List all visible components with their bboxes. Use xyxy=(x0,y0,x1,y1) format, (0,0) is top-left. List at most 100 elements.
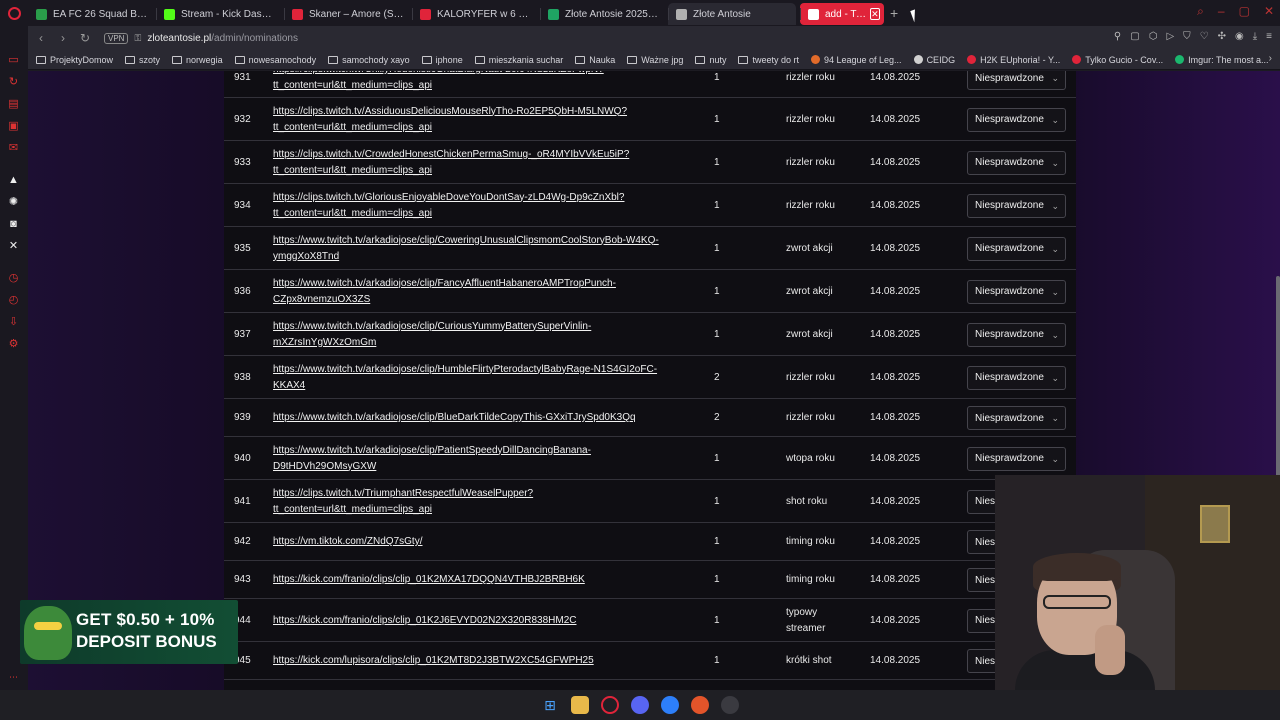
new-tab-button[interactable]: + xyxy=(890,5,898,21)
clip-link-line-1[interactable]: https://www.twitch.tv/arkadiojose/clip/B… xyxy=(273,410,636,426)
bookmark-item[interactable]: szoty xyxy=(125,55,160,65)
clip-link-line-1[interactable]: https://www.twitch.tv/arkadiojose/clip/C… xyxy=(273,319,591,335)
browser-tab[interactable]: add - Twitch✕ xyxy=(800,3,884,25)
bookmark-item[interactable]: ProjektyDomow xyxy=(36,55,113,65)
puzzle-icon[interactable]: ✣ xyxy=(1218,31,1226,42)
clip-link-line-2[interactable]: tt_content=url&tt_medium=clips_api xyxy=(273,120,627,136)
clip-link[interactable]: https://www.twitch.tv/arkadiojose/clip/B… xyxy=(273,410,636,426)
close-tab-icon[interactable]: ✕ xyxy=(869,8,880,20)
bookmark-item[interactable]: tweety do rt xyxy=(738,55,799,65)
status-select[interactable]: Niesprawdzone ⌄ xyxy=(967,71,1066,90)
clip-link-line-1[interactable]: https://www.twitch.tv/arkadiojose/clip/P… xyxy=(273,443,591,459)
clip-link-line-2[interactable]: tt_content=url&tt_medium=clips_api xyxy=(273,78,604,94)
settings-icon[interactable]: ⚙ xyxy=(7,338,20,351)
vpn-shield-icon[interactable]: ⛉ xyxy=(1183,31,1191,42)
status-select[interactable]: Niesprawdzone ⌄ xyxy=(967,365,1066,390)
status-select[interactable]: Niesprawdzone ⌄ xyxy=(967,107,1066,132)
bookmark-item[interactable]: H2K EUphoria! - Y... xyxy=(967,55,1060,65)
url-field[interactable]: zloteantosie.pl/admin/nominations xyxy=(147,33,298,44)
more-icon[interactable]: ⋯ xyxy=(7,671,20,684)
history-icon[interactable]: ◷ xyxy=(7,272,20,285)
minimize-icon[interactable]: – xyxy=(1218,4,1225,19)
aria-icon[interactable]: ▲ xyxy=(7,174,20,187)
clip-link[interactable]: https://www.twitch.tv/arkadiojose/clip/P… xyxy=(273,443,591,475)
refresh-feed-icon[interactable]: ↻ xyxy=(7,76,20,89)
status-select[interactable]: Niesprawdzone ⌄ xyxy=(967,193,1066,218)
clip-link-line-1[interactable]: https://www.twitch.tv/arkadiojose/clip/H… xyxy=(273,362,657,378)
status-select[interactable]: Niesprawdzone ⌄ xyxy=(967,322,1066,347)
clip-link[interactable]: https://kick.com/franio/clips/clip_01K2J… xyxy=(273,613,576,629)
heart-icon[interactable]: ♡ xyxy=(1200,31,1209,42)
status-select[interactable]: Niesprawdzone ⌄ xyxy=(967,406,1066,430)
bookmark-item[interactable]: 94 League of Leg... xyxy=(810,55,902,65)
status-select[interactable]: Niesprawdzone ⌄ xyxy=(967,236,1066,261)
clock-icon[interactable]: ◴ xyxy=(7,294,20,307)
clip-link-line-1[interactable]: https://clips.twitch.tv/TriumphantRespec… xyxy=(273,486,533,502)
opera-taskbar-icon[interactable] xyxy=(601,696,619,714)
messenger-taskbar-icon[interactable] xyxy=(661,696,679,714)
clip-link-line-2[interactable]: tt_content=url&tt_medium=clips_api xyxy=(273,163,629,179)
clip-link-line-2[interactable]: tt_content=url&tt_medium=clips_api xyxy=(273,502,533,518)
search-tabs-icon[interactable]: ⌕ xyxy=(1197,4,1204,19)
clip-link-line-1[interactable]: https://clips.twitch.tv/CrowdedHonestChi… xyxy=(273,147,629,163)
clip-link-line-1[interactable]: https://clips.twitch.tv/GloriousEnjoyabl… xyxy=(273,190,624,206)
clip-link[interactable]: https://clips.twitch.tv/TriumphantRespec… xyxy=(273,486,533,518)
clip-link[interactable]: https://clips.twitch.tv/ChillyHedonistic… xyxy=(273,71,604,94)
bookmark-item[interactable]: Ważne jpg xyxy=(627,55,683,65)
clip-link-line-1[interactable]: https://www.twitch.tv/arkadiojose/clip/C… xyxy=(273,233,659,249)
speed-dial-icon[interactable]: ▭ xyxy=(7,54,20,67)
bookmark-item[interactable]: mieszkania suchar xyxy=(474,55,563,65)
snapshot-icon[interactable]: ▢ xyxy=(1130,31,1139,42)
file-explorer-icon[interactable] xyxy=(571,696,589,714)
x-twitter-icon[interactable]: ✕ xyxy=(7,240,20,253)
clip-link-line-1[interactable]: https://kick.com/franio/clips/clip_01K2J… xyxy=(273,613,576,629)
clip-link[interactable]: https://clips.twitch.tv/CrowdedHonestChi… xyxy=(273,147,629,179)
clip-link-line-1[interactable]: https://kick.com/lupisora/clips/clip_01K… xyxy=(273,653,594,669)
download-icon[interactable]: ⤓ xyxy=(1253,31,1257,42)
clip-link[interactable]: https://www.twitch.tv/arkadiojose/clip/C… xyxy=(273,319,591,351)
status-select[interactable]: Niesprawdzone ⌄ xyxy=(967,150,1066,175)
opera-menu-icon[interactable] xyxy=(0,0,28,26)
clip-link-line-2[interactable]: KKAX4 xyxy=(273,378,657,394)
clip-link-line-1[interactable]: https://kick.com/franio/clips/clip_01K2M… xyxy=(273,572,585,588)
bookmark-item[interactable]: nuty xyxy=(695,55,726,65)
browser-tab[interactable]: Złote Antosie xyxy=(668,3,796,25)
pin-icon[interactable]: ⚲ xyxy=(1114,31,1121,42)
forward-icon[interactable]: › xyxy=(54,31,72,45)
clip-link[interactable]: https://www.twitch.tv/arkadiojose/clip/H… xyxy=(273,362,657,394)
wallet-icon[interactable]: ▤ xyxy=(7,98,20,111)
bookmark-item[interactable]: Imgur: The most a... xyxy=(1175,55,1269,65)
browser-tab[interactable]: EA FC 26 Squad Builder xyxy=(28,3,156,25)
bookmark-item[interactable]: Tylko Gucio - Cov... xyxy=(1072,55,1163,65)
account-icon[interactable]: ◉ xyxy=(1235,31,1244,42)
bookmark-item[interactable]: iphone xyxy=(421,55,463,65)
bookmark-item[interactable]: norwegia xyxy=(172,55,223,65)
discord-taskbar-icon[interactable] xyxy=(631,696,649,714)
messenger-icon[interactable]: ▣ xyxy=(7,120,20,133)
game-taskbar-icon[interactable] xyxy=(691,696,709,714)
player-icon[interactable]: ▷ xyxy=(1166,31,1174,42)
app-taskbar-icon[interactable] xyxy=(721,696,739,714)
bookmark-item[interactable]: CEIDG xyxy=(913,55,955,65)
twitch-icon[interactable]: ◙ xyxy=(7,218,20,231)
close-window-icon[interactable]: ✕ xyxy=(1264,4,1274,19)
clip-link[interactable]: https://vm.tiktok.com/ZNdQ7sGty/ xyxy=(273,534,422,550)
bookmark-item[interactable]: Nauka xyxy=(575,55,615,65)
windows-start-icon[interactable]: ⊞ xyxy=(541,696,559,714)
vpn-badge[interactable]: VPN xyxy=(104,32,129,44)
clip-link-line-2[interactable]: CZpx8vnemzuOX3ZS xyxy=(273,292,616,308)
chatgpt-icon[interactable]: ✺ xyxy=(7,196,20,209)
clip-link[interactable]: https://kick.com/franio/clips/clip_01K2M… xyxy=(273,572,585,588)
scrollbar-thumb[interactable] xyxy=(1276,276,1280,486)
clip-link-line-2[interactable]: tt_content=url&tt_medium=clips_api xyxy=(273,206,624,222)
clip-link[interactable]: https://www.twitch.tv/arkadiojose/clip/F… xyxy=(273,276,616,308)
status-select[interactable]: Niesprawdzone ⌄ xyxy=(967,279,1066,304)
clip-link[interactable]: https://www.twitch.tv/arkadiojose/clip/C… xyxy=(273,233,659,265)
clip-link-line-1[interactable]: https://clips.twitch.tv/ChillyHedonistic… xyxy=(273,71,604,78)
easy-setup-icon[interactable]: ≡ xyxy=(1266,31,1272,42)
clip-link-line-1[interactable]: https://vm.tiktok.com/ZNdQ7sGty/ xyxy=(273,534,422,550)
maximize-icon[interactable]: ▢ xyxy=(1239,4,1250,19)
status-select[interactable]: Niesprawdzone ⌄ xyxy=(967,446,1066,471)
reload-icon[interactable]: ↻ xyxy=(76,31,94,45)
clip-link[interactable]: https://clips.twitch.tv/GloriousEnjoyabl… xyxy=(273,190,624,222)
